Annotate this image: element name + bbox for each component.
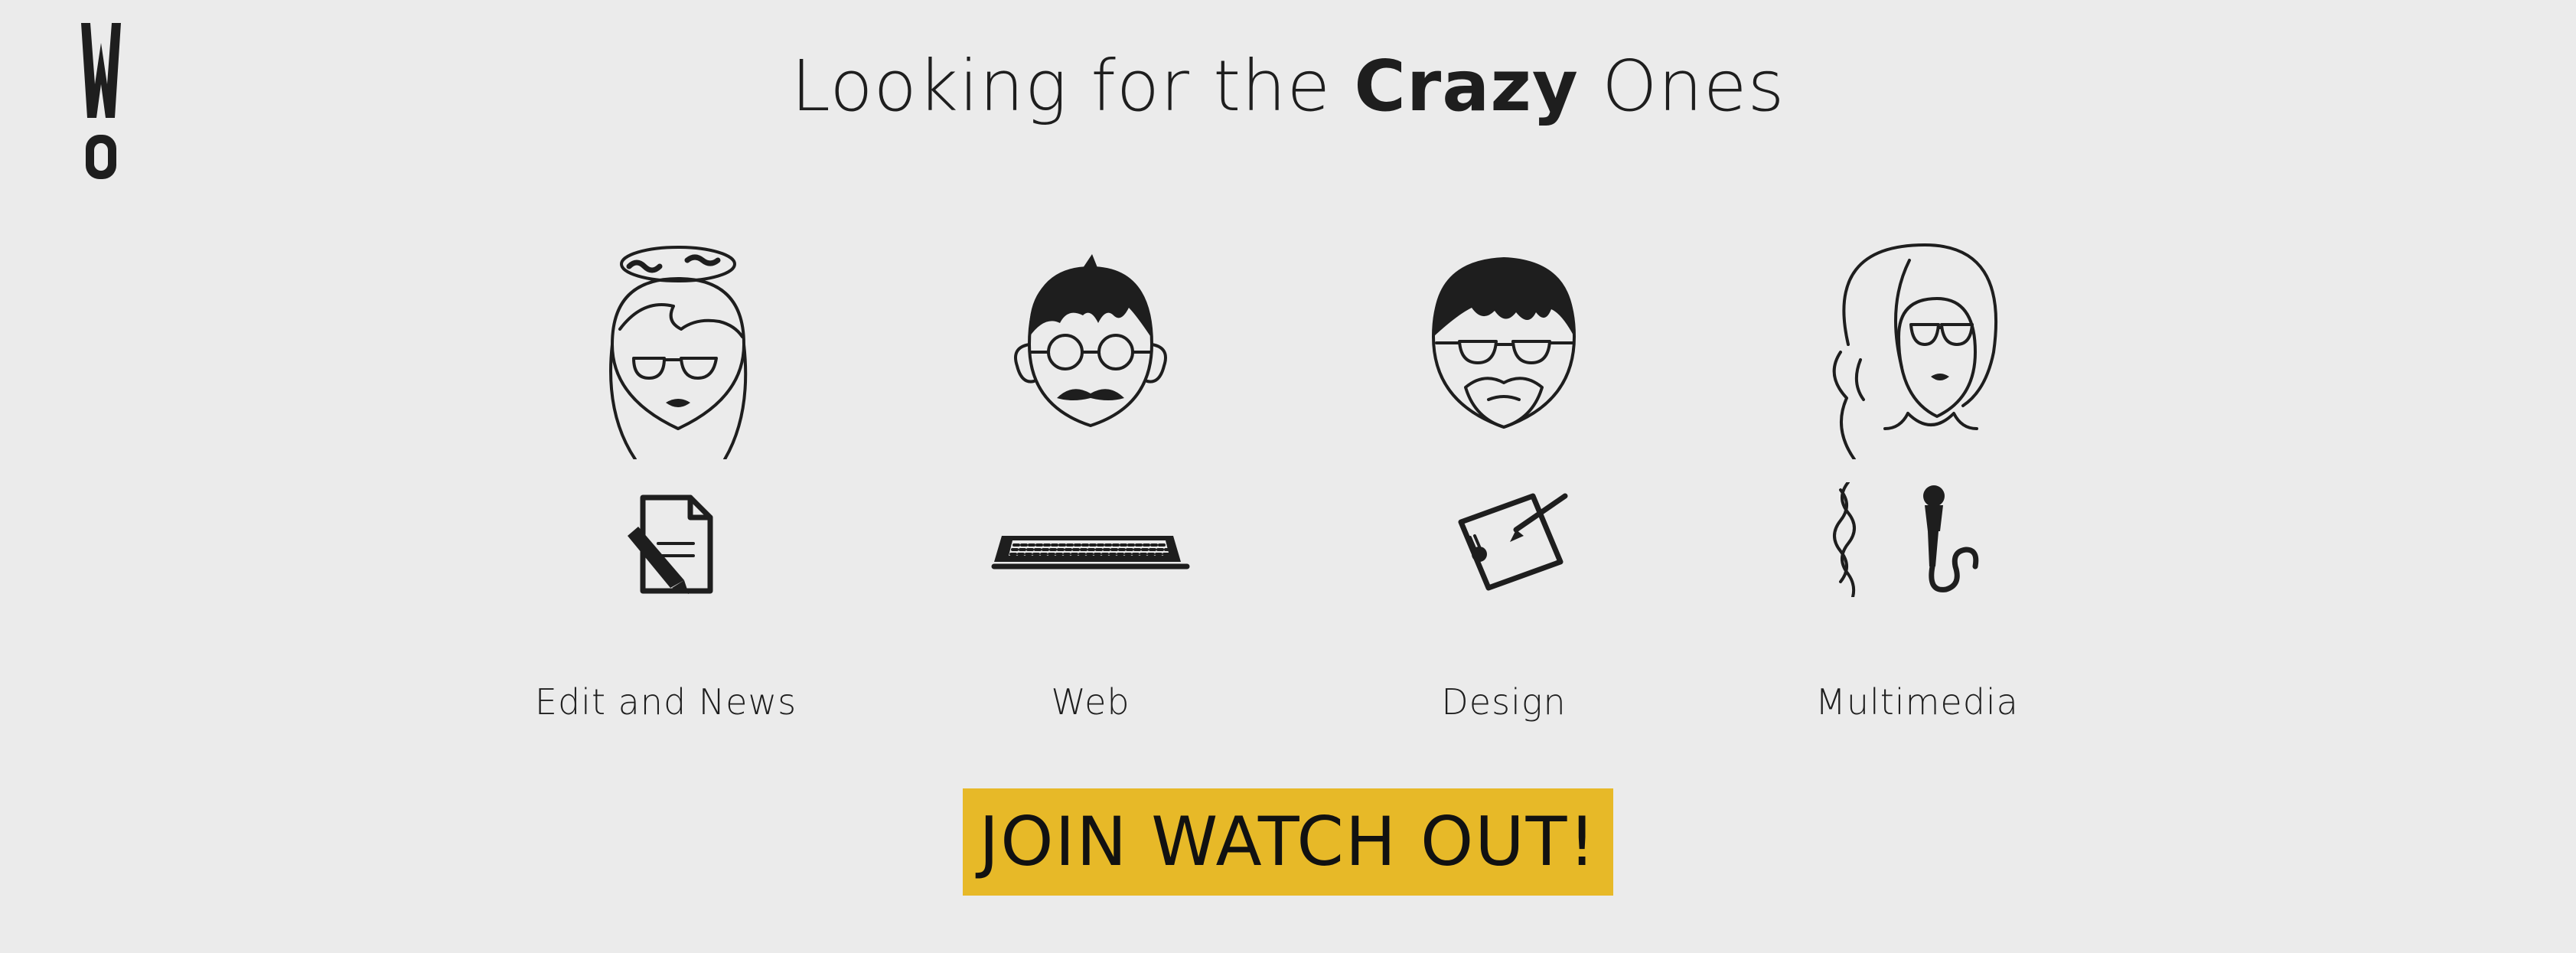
page-headline: Looking for the Crazy Ones [0,44,2576,129]
headline-emphasis: Crazy [1354,45,1579,127]
man-with-mustache-round-glasses-icon [1014,254,1167,427]
document-pencil-icon [628,494,713,594]
microphone-icon [1833,482,1979,597]
drawing-tablet-icon [1458,493,1568,591]
join-watch-out-button[interactable]: JOIN WATCH OUT! [963,788,1613,896]
headline-suffix: Ones [1602,45,1785,127]
woman-with-braid-glasses-icon [1832,243,1998,459]
keyboard-icon [991,536,1190,570]
role-card-design[interactable]: Design [1335,230,1672,735]
role-label: Multimedia [1815,681,2019,723]
woman-with-bun-glasses-icon [609,246,748,459]
role-card-web[interactable]: Web [922,230,1259,735]
role-label: Web [1051,681,1130,723]
headline-prefix: Looking for the [791,45,1332,127]
role-card-edit-and-news[interactable]: Edit and News [497,230,834,735]
role-card-multimedia[interactable]: Multimedia [1749,230,2085,735]
role-label: Design [1441,681,1567,723]
role-label: Edit and News [534,681,797,723]
man-with-beard-glasses-icon [1432,257,1576,429]
